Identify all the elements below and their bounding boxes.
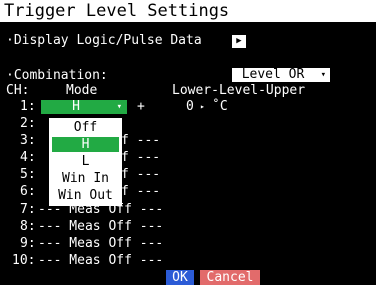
combination-select[interactable]: Level OR ▾ xyxy=(232,68,330,82)
mode-option-l[interactable]: L xyxy=(52,154,119,169)
ok-button[interactable]: OK xyxy=(166,270,194,285)
channel-1-mode-value: H xyxy=(72,99,80,114)
channel-1-sign[interactable]: + xyxy=(137,100,145,114)
display-logic-pulse-label: ·Display Logic/Pulse Data xyxy=(6,33,202,48)
channel-1-level-value[interactable]: 0 xyxy=(186,100,194,114)
channel-4-label: 4: xyxy=(20,150,36,165)
channel-10-label: 10: xyxy=(12,253,36,268)
channel-9-label: 9: xyxy=(20,236,36,251)
channel-1-label: 1: xyxy=(20,99,36,114)
channel-5-value[interactable]: f --- xyxy=(121,168,160,182)
channel-1-level-arrow-icon[interactable]: ▸ xyxy=(200,100,205,114)
header-level: Lower-Level-Upper xyxy=(172,83,306,98)
channel-7-label: 7: xyxy=(20,202,36,217)
mode-dropdown-menu: Off H L Win In Win Out xyxy=(49,118,122,206)
chevron-down-icon: ▾ xyxy=(320,70,326,80)
channel-2-label: 2: xyxy=(20,116,36,131)
channel-1-mode-select[interactable]: H ▾ xyxy=(41,100,127,114)
header-mode: Mode xyxy=(66,83,98,98)
mode-option-off[interactable]: Off xyxy=(52,120,119,135)
channel-4-value[interactable]: f --- xyxy=(121,151,160,165)
channel-3-label: 3: xyxy=(20,133,36,148)
channel-3-value[interactable]: f --- xyxy=(121,134,160,148)
title-bar: Trigger Level Settings xyxy=(0,0,376,22)
channel-1-unit: ˚C xyxy=(212,99,228,114)
play-icon: ▶ xyxy=(236,36,242,46)
page-title: Trigger Level Settings xyxy=(4,1,230,21)
channel-9-value[interactable]: --- Meas Off --- xyxy=(38,237,163,251)
channel-8-label: 8: xyxy=(20,219,36,234)
display-logic-pulse-button[interactable]: ▶ xyxy=(232,35,246,48)
channel-6-label: 6: xyxy=(20,184,36,199)
channel-6-value[interactable]: f --- xyxy=(121,185,160,199)
mode-option-h[interactable]: H xyxy=(52,137,119,152)
combination-label: ·Combination: xyxy=(6,68,108,83)
chevron-down-icon: ▾ xyxy=(116,102,122,112)
mode-option-win-in[interactable]: Win In xyxy=(52,171,119,186)
header-ch: CH: xyxy=(6,83,30,98)
mode-option-win-out[interactable]: Win Out xyxy=(52,188,119,203)
combination-value: Level OR xyxy=(241,67,305,82)
channel-10-value[interactable]: --- Meas Off --- xyxy=(38,254,163,268)
channel-8-value[interactable]: --- Meas Off --- xyxy=(38,220,163,234)
channel-5-label: 5: xyxy=(20,167,36,182)
cancel-button[interactable]: Cancel xyxy=(200,270,260,285)
